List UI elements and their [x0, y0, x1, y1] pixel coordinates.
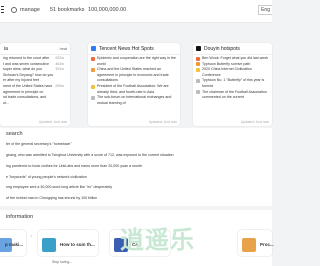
list-item[interactable]: ong employee sent a 30,000-word long art… [6, 185, 112, 189]
tile-label: p maki... [5, 242, 24, 247]
rank-badge [91, 56, 95, 61]
list-item[interactable]: e "keywords" of young people's network c… [6, 175, 87, 179]
list-item[interactable]: The chairman of the Football Association… [196, 90, 269, 101]
rank-badge [196, 90, 200, 95]
bookmarks-count[interactable]: 51 bookmarks [50, 7, 85, 13]
info-tile[interactable]: p maki... [0, 230, 26, 256]
list-item[interactable]: The sub-forum on international exchanges… [91, 95, 177, 106]
list-item[interactable]: ing pandemic to book clothes for LinkLab… [6, 164, 142, 168]
rank-badge [91, 67, 95, 72]
rank-badge [196, 62, 200, 67]
research-panel: search ter of the general secretary's "h… [0, 128, 272, 206]
language-switch[interactable]: Eng [258, 5, 272, 15]
tile-thumbnail [42, 238, 56, 252]
card-header: ia heat [0, 43, 70, 55]
list-item[interactable]: ter of the general secretary's "hometown… [6, 142, 72, 146]
menu-icon[interactable] [1, 6, 4, 14]
list-item[interactable]: of the richest man in Chongqing has shru… [6, 196, 97, 200]
tencent-news-card: Tencent News Hot Spots Epidemic and coop… [88, 43, 180, 126]
user-icon [11, 7, 17, 13]
keywords-count[interactable]: 100,000,000.00 [88, 7, 126, 13]
chevron-right-icon[interactable]: › [30, 233, 32, 240]
rank-badge [196, 56, 200, 61]
tile-label: Proc... [260, 242, 274, 247]
watermark: 逍遥乐 [120, 227, 195, 254]
rank-badge [196, 67, 200, 72]
hot-list-card-left: ia heat ing returned to the court after 6… [0, 43, 70, 126]
manage-button[interactable]: manage [11, 7, 40, 13]
hot-list: ing returned to the court after 632w t an… [3, 56, 67, 106]
card-title: ia [4, 45, 8, 52]
douyin-card: Douyin hotspots Ben Wook: Forget what yo… [193, 43, 272, 126]
info-tile[interactable]: How to sum th... [38, 230, 98, 256]
section-title: information [6, 214, 34, 220]
hot-list: Ben Wook: Forget what you did last week … [196, 56, 269, 101]
list-item[interactable]: China and the United States reached an a… [91, 67, 177, 84]
manage-label: manage [20, 7, 40, 13]
list-item[interactable]: geang, who was admitted to Tsinghua Univ… [6, 153, 174, 157]
card-title: Douyin hotspots [204, 45, 240, 52]
card-title: Tencent News Hot Spots [99, 45, 154, 52]
rank-badge [91, 95, 95, 100]
tile-label: How to sum th... [60, 242, 95, 247]
list-item[interactable]: ot... [3, 101, 67, 107]
updated-time: Updated: Just now [38, 120, 67, 124]
hot-list: Epidemic and cooperation are the right w… [91, 56, 177, 106]
updated-time: Updated: Just now [148, 120, 177, 124]
tile-thumbnail [242, 238, 256, 252]
list-item[interactable]: Typhoon No. 1 "Butterfly" of this year i… [196, 78, 269, 89]
section-title: search [6, 131, 23, 137]
updated-time: Updated: Just now [240, 120, 269, 124]
info-tile[interactable]: Proc... [238, 230, 274, 256]
card-header: Douyin hotspots [193, 43, 272, 55]
list-item[interactable]: 2020 China Internet Civilization Confere… [196, 67, 269, 78]
card-header: Tencent News Hot Spots [88, 43, 180, 55]
heat-column-label: heat [59, 46, 67, 51]
tile-label[interactable]: Stop loving... [52, 260, 72, 264]
list-item[interactable]: Epidemic and cooperation are the right w… [91, 56, 177, 67]
rank-badge [91, 84, 95, 89]
list-item[interactable]: President of the Football Association: W… [91, 84, 177, 95]
top-bar: manage 51 bookmarks 100,000,000.00 Eng [0, 0, 272, 23]
douyin-icon [196, 46, 201, 51]
tencent-news-icon [91, 46, 96, 51]
rank-badge [196, 78, 200, 83]
